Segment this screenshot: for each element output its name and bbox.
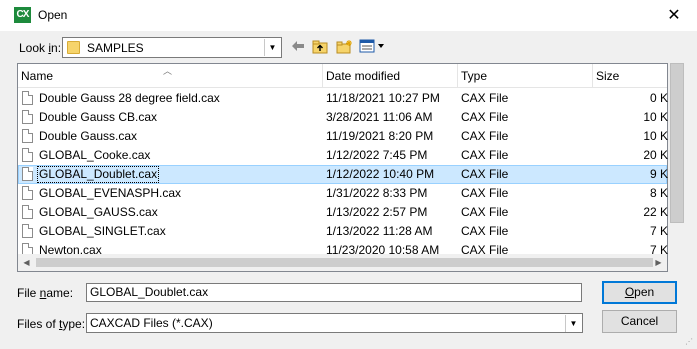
- file-date: 3/28/2021 11:06 AM: [326, 110, 433, 124]
- file-icon: [22, 129, 33, 143]
- file-size: 22 K: [643, 205, 668, 219]
- file-date: 1/13/2022 11:28 AM: [326, 224, 433, 238]
- file-size: 0 K: [649, 91, 668, 105]
- resize-grip-icon[interactable]: ⋰: [685, 337, 695, 347]
- vertical-scrollbar[interactable]: [670, 63, 684, 223]
- file-date: 1/13/2022 2:57 PM: [326, 205, 428, 219]
- app-icon: CX: [14, 7, 31, 23]
- title-bar: CX Open ✕: [0, 0, 697, 31]
- file-icon: [22, 91, 33, 105]
- cancel-button[interactable]: Cancel: [602, 310, 677, 333]
- look-in-value: SAMPLES: [87, 41, 144, 55]
- new-folder-icon[interactable]: [336, 39, 353, 55]
- file-type: CAX File: [461, 91, 509, 105]
- file-type: CAX File: [461, 186, 509, 200]
- file-name-label: File name:: [17, 286, 74, 300]
- file-row[interactable]: Double Gauss 28 degree field.cax 11/18/2…: [18, 89, 668, 108]
- open-button[interactable]: Open: [602, 281, 677, 304]
- file-size: 9 K: [649, 167, 668, 181]
- file-size: 10 K: [643, 110, 668, 124]
- file-date: 11/18/2021 10:27 PM: [326, 91, 440, 105]
- file-row[interactable]: GLOBAL_GAUSS.cax 1/13/2022 2:57 PM CAX F…: [18, 203, 668, 222]
- look-in-dropdown[interactable]: SAMPLES ▼: [62, 37, 282, 58]
- up-folder-icon[interactable]: [312, 39, 329, 55]
- file-list[interactable]: ︿ Name Date modified Type Size Double Ga…: [17, 63, 668, 272]
- file-name: GLOBAL_GAUSS.cax: [39, 205, 158, 219]
- file-type: CAX File: [461, 167, 509, 181]
- file-size: 20 K: [643, 148, 668, 162]
- file-date: 1/12/2022 7:45 PM: [326, 148, 428, 162]
- column-header: ︿ Name Date modified Type Size: [18, 64, 667, 88]
- file-size: 8 K: [649, 186, 668, 200]
- file-date: 1/12/2022 10:40 PM: [326, 167, 435, 181]
- file-row[interactable]: GLOBAL_Cooke.cax 1/12/2022 7:45 PM CAX F…: [18, 146, 668, 165]
- file-date: 1/31/2022 8:33 PM: [326, 186, 428, 200]
- sort-ascending-icon: ︿: [163, 66, 173, 76]
- back-arrow-icon[interactable]: [291, 39, 305, 55]
- file-name: Double Gauss 28 degree field.cax: [39, 91, 220, 105]
- file-type-value: CAXCAD Files (*.CAX): [90, 316, 213, 330]
- file-name: GLOBAL_Cooke.cax: [39, 148, 151, 162]
- file-icon: [22, 186, 33, 200]
- file-row[interactable]: GLOBAL_SINGLET.cax 1/13/2022 11:28 AM CA…: [18, 222, 668, 241]
- horizontal-scrollbar[interactable]: ◀ ▶: [18, 254, 667, 271]
- file-name: GLOBAL_SINGLET.cax: [39, 224, 166, 238]
- view-menu-icon[interactable]: [359, 39, 385, 55]
- scroll-right-icon[interactable]: ▶: [650, 254, 667, 271]
- file-icon: [22, 205, 33, 219]
- file-name-input[interactable]: GLOBAL_Doublet.cax: [86, 283, 582, 302]
- column-size[interactable]: Size: [593, 64, 667, 88]
- file-row[interactable]: GLOBAL_EVENASPH.cax 1/31/2022 8:33 PM CA…: [18, 184, 668, 203]
- file-type: CAX File: [461, 110, 509, 124]
- file-size: 10 K: [643, 129, 668, 143]
- chevron-down-icon[interactable]: ▼: [264, 39, 280, 56]
- look-in-label: Look in:: [19, 41, 62, 55]
- window-title: Open: [38, 8, 68, 22]
- file-icon: [22, 110, 33, 124]
- column-date-modified[interactable]: Date modified: [323, 64, 458, 88]
- file-icon: [22, 224, 33, 238]
- file-icon: [22, 148, 33, 162]
- chevron-down-icon[interactable]: ▼: [565, 315, 581, 332]
- file-row-selected[interactable]: GLOBAL_Doublet.cax 1/12/2022 10:40 PM CA…: [18, 165, 668, 184]
- file-row[interactable]: Double Gauss.cax 11/19/2021 8:20 PM CAX …: [18, 127, 668, 146]
- file-type: CAX File: [461, 224, 509, 238]
- file-icon: [22, 167, 33, 181]
- file-name: Double Gauss CB.cax: [39, 110, 158, 124]
- scroll-left-icon[interactable]: ◀: [18, 254, 35, 271]
- file-type-label: Files of type:: [17, 317, 86, 331]
- file-name: GLOBAL_Doublet.cax: [36, 166, 160, 183]
- folder-icon: [67, 41, 80, 54]
- file-name: Double Gauss.cax: [39, 129, 138, 143]
- horizontal-scroll-thumb[interactable]: [36, 258, 653, 267]
- file-type: CAX File: [461, 205, 509, 219]
- file-rows: Double Gauss 28 degree field.cax 11/18/2…: [18, 89, 668, 260]
- file-row[interactable]: Double Gauss CB.cax 3/28/2021 11:06 AM C…: [18, 108, 668, 127]
- file-type-dropdown[interactable]: CAXCAD Files (*.CAX) ▼: [86, 313, 583, 333]
- file-type: CAX File: [461, 148, 509, 162]
- file-size: 7 K: [649, 224, 668, 238]
- file-date: 11/19/2021 8:20 PM: [326, 129, 434, 143]
- file-type: CAX File: [461, 129, 509, 143]
- file-name: GLOBAL_EVENASPH.cax: [39, 186, 182, 200]
- close-button[interactable]: ✕: [651, 0, 697, 31]
- column-name[interactable]: ︿ Name: [18, 64, 323, 88]
- column-type[interactable]: Type: [458, 64, 593, 88]
